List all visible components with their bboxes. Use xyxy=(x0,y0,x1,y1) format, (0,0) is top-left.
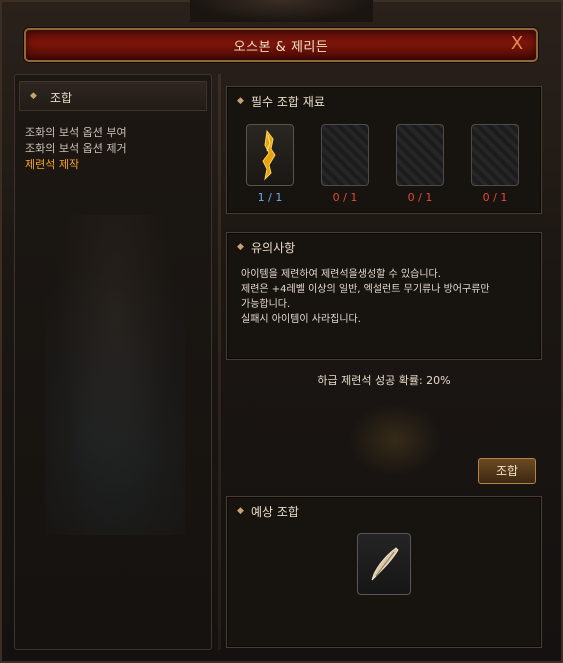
material-count-2: 0 / 1 xyxy=(332,191,358,204)
materials-title: 필수 조합 재료 xyxy=(251,95,325,109)
menu-item-add-option[interactable]: 조화의 보석 옵션 부여 xyxy=(25,125,205,141)
diamond-bullet-icon: ◆ xyxy=(237,506,244,516)
background-artwork xyxy=(45,215,185,535)
sidebar-header-label: 조합 xyxy=(50,91,73,105)
window-title: 오스본 & 제리든 xyxy=(233,40,329,55)
material-count-4: 0 / 1 xyxy=(482,191,508,204)
notice-body: 아이템을 제련하여 제련석을생성할 수 있습니다. 제련은 +4레벨 이상의 일… xyxy=(241,267,531,327)
material-slot-1[interactable] xyxy=(246,124,294,186)
material-slot-2[interactable] xyxy=(321,124,369,186)
notice-line: 실패시 아이템이 사라집니다. xyxy=(241,314,361,325)
expected-result-panel: ◆ 예상 조합 xyxy=(226,496,542,648)
notice-line: 제련은 +4레벨 이상의 일반, 엑설런트 무기류나 방어구류만 xyxy=(241,284,490,295)
menu-item-refine-stone[interactable]: 제련석 제작 xyxy=(25,157,205,173)
background-artwork xyxy=(345,400,445,480)
diamond-bullet-icon: ◆ xyxy=(30,91,37,101)
notice-line: 아이템을 제련하여 제련석을생성할 수 있습니다. xyxy=(241,269,441,280)
material-count-3: 0 / 1 xyxy=(407,191,433,204)
golden-blade-icon xyxy=(262,129,276,181)
notice-line: 가능합니다. xyxy=(241,299,291,310)
material-slot-4[interactable] xyxy=(471,124,519,186)
left-panel: ◆ 조합 조화의 보석 옵션 부여 조화의 보석 옵션 제거 제련석 제작 xyxy=(14,74,212,650)
required-materials-panel: ◆ 필수 조합 재료 1 / 1 0 / 1 0 / 1 0 / 1 xyxy=(226,86,542,214)
notice-panel: ◆ 유의사항 아이템을 제련하여 제련석을생성할 수 있습니다. 제련은 +4레… xyxy=(226,232,542,360)
panel-divider xyxy=(218,74,221,650)
title-bar: 오스본 & 제리든 X xyxy=(24,28,538,62)
feather-quill-icon xyxy=(371,547,399,581)
frame-ornament xyxy=(190,0,373,22)
combine-button[interactable]: 조합 xyxy=(478,458,536,484)
diamond-bullet-icon: ◆ xyxy=(237,96,244,106)
menu-item-remove-option[interactable]: 조화의 보석 옵션 제거 xyxy=(25,141,205,157)
sidebar-menu: 조화의 보석 옵션 부여 조화의 보석 옵션 제거 제련석 제작 xyxy=(25,125,205,173)
result-slot[interactable] xyxy=(357,533,411,595)
expected-title: 예상 조합 xyxy=(251,505,299,519)
close-button[interactable]: X xyxy=(507,34,527,54)
close-icon: X xyxy=(510,33,524,54)
success-rate: 하급 제련석 성공 확률: 20% xyxy=(317,374,451,387)
material-slot-3[interactable] xyxy=(396,124,444,186)
notice-title: 유의사항 xyxy=(251,241,296,255)
diamond-bullet-icon: ◆ xyxy=(237,242,244,252)
sidebar-header: ◆ 조합 xyxy=(19,81,207,111)
material-count-1: 1 / 1 xyxy=(257,191,283,204)
